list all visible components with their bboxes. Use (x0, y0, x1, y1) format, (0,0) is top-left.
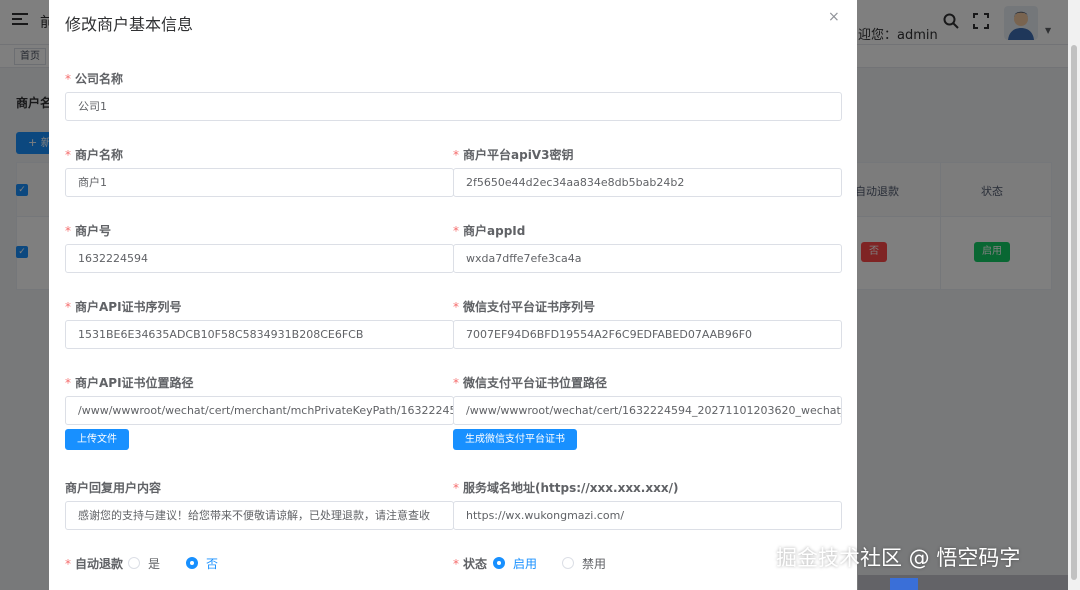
wechat-cert-path-input[interactable]: /www/wwwroot/wechat/cert/1632224594_2027… (453, 396, 842, 425)
domain-label: * 服务域名地址(https://xxx.xxx.xxx/) (453, 481, 679, 495)
status-label: * 状态 (453, 557, 488, 571)
close-icon[interactable]: × (828, 9, 840, 25)
wechat-cert-serial-label: * 微信支付平台证书序列号 (453, 300, 596, 314)
dialog-title: 修改商户基本信息 (65, 15, 194, 34)
generate-cert-button[interactable]: 生成微信支付平台证书 (453, 429, 577, 450)
radio-unchecked-icon (562, 557, 574, 569)
merchant-name-input[interactable]: 商户1 (65, 168, 454, 197)
watermark-text: 掘金技术社区 @ 悟空码字 (776, 546, 1021, 570)
wechat-cert-path-label: * 微信支付平台证书位置路径 (453, 376, 608, 390)
appid-label: * 商户appId (453, 224, 526, 238)
api-cert-path-label: * 商户API证书位置路径 (65, 376, 194, 390)
company-name-input[interactable]: 公司1 (65, 92, 842, 121)
api-cert-serial-label: * 商户API证书序列号 (65, 300, 182, 314)
page-scrollbar[interactable] (1068, 0, 1080, 590)
merchant-name-label: * 商户名称 (65, 148, 124, 162)
appid-input[interactable]: wxda7dffe7efe3ca4a (453, 244, 842, 273)
radio-checked-icon (493, 557, 505, 569)
api-cert-serial-input[interactable]: 1531BE6E34635ADCB10F58C5834931B208CE6FCB (65, 320, 454, 349)
merchant-no-label: * 商户号 (65, 224, 112, 238)
upload-file-button[interactable]: 上传文件 (65, 429, 129, 450)
domain-input[interactable]: https://wx.wukongmazi.com/ (453, 501, 842, 530)
taskbar-app-icon (890, 578, 918, 590)
reply-content-input[interactable]: 感谢您的支持与建议！给您带来不便敬请谅解，已处理退款，请注意查收 (65, 501, 454, 530)
api-cert-path-input[interactable]: /www/wwwroot/wechat/cert/merchant/mchPri… (65, 396, 454, 425)
apiv3-key-input[interactable]: 2f5650e44d2ec34aa834e8db5bab24b2 (453, 168, 842, 197)
apiv3-key-label: * 商户平台apiV3密钥 (453, 148, 574, 162)
reply-content-label: 商户回复用户内容 (65, 481, 162, 495)
auto-refund-label: * 自动退款 (65, 557, 124, 571)
radio-unchecked-icon (128, 557, 140, 569)
radio-checked-icon (186, 557, 198, 569)
edit-merchant-dialog: 修改商户基本信息 × * 公司名称 公司1 * 商户名称 商户1 * 商户平台apiV… (49, 0, 857, 590)
wechat-cert-serial-input[interactable]: 7007EF94D6BFD19554A2F6C9EDFABED07AAB96F0 (453, 320, 842, 349)
merchant-no-input[interactable]: 1632224594 (65, 244, 454, 273)
company-name-label: * 公司名称 (65, 72, 124, 86)
